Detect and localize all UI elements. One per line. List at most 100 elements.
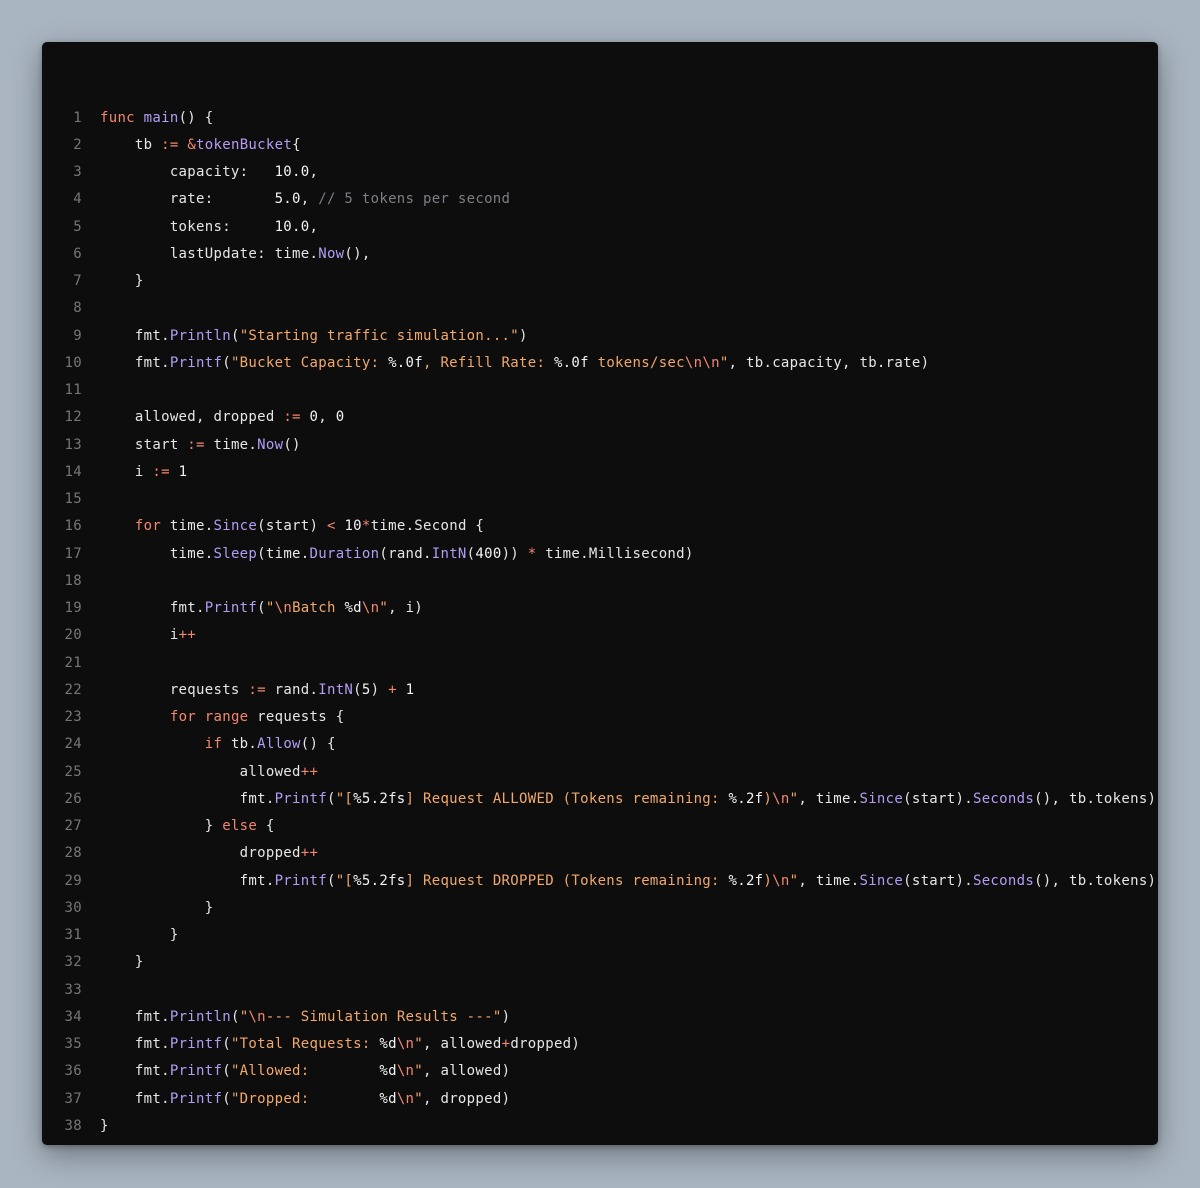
code-line[interactable]: 6 lastUpdate: time.Now(), [42, 240, 1156, 267]
code-text: , [309, 164, 319, 181]
code-line[interactable]: 23 for range requests { [42, 704, 1156, 731]
code-line[interactable]: 31 } [42, 922, 1156, 949]
function-token: Printf [169, 1090, 223, 1107]
code-text: allowed, dropped [100, 409, 284, 426]
code-text: ( [222, 1090, 231, 1107]
string-token: " [414, 1063, 424, 1080]
line-content: requests := rand.IntN(5) + 1 [82, 682, 414, 698]
operator-token: ++ [300, 763, 319, 780]
line-number: 36 [64, 1063, 82, 1080]
code-line[interactable]: 9 fmt.Println("Starting traffic simulati… [42, 322, 1156, 349]
code-line[interactable]: 7 } [42, 268, 1156, 295]
line-number: 25 [64, 763, 82, 780]
code-line[interactable]: 39 [42, 1140, 1156, 1146]
code-line[interactable]: 24 if tb.Allow() { [42, 731, 1156, 758]
line-number: 28 [64, 845, 82, 862]
string-token: "[ [335, 872, 354, 889]
function-token: Printf [274, 790, 327, 807]
line-content: rate: 5.0, // 5 tokens per second [82, 191, 510, 207]
code-line[interactable]: 27 } else { [42, 813, 1156, 840]
code-line[interactable]: 14 i := 1 [42, 458, 1156, 485]
code-line[interactable]: 28 dropped++ [42, 840, 1156, 867]
code-text: ) [519, 327, 528, 344]
code-line[interactable]: 1 func main() { [42, 104, 1156, 131]
escape-token: \n [396, 1063, 415, 1080]
number-token: %d [379, 1090, 397, 1107]
code-line[interactable]: 33 [42, 976, 1156, 1003]
line-content: capacity: 10.0, [82, 164, 318, 180]
code-text: } [100, 273, 144, 290]
code-line[interactable]: 30 } [42, 894, 1156, 921]
line-content: fmt.Printf("Allowed: %d\n", allowed) [82, 1063, 510, 1079]
code-text: } [100, 818, 223, 835]
code-area[interactable]: 1 func main() {2 tb := &tokenBucket{3 cap… [42, 104, 1156, 1145]
code-line[interactable]: 10 fmt.Printf("Bucket Capacity: %.0f, Re… [42, 349, 1156, 376]
line-number: 26 [64, 790, 82, 807]
code-text: fmt. [100, 1090, 170, 1107]
code-text: , dropped) [423, 1090, 511, 1107]
code-line[interactable]: 32 } [42, 949, 1156, 976]
code-text: (start) [257, 518, 327, 535]
code-text: () { [178, 109, 214, 126]
string-token: " [414, 1036, 424, 1053]
number-token: 1 [178, 463, 188, 480]
string-token: " [379, 600, 389, 617]
code-line[interactable]: 13 start := time.Now() [42, 431, 1156, 458]
code-line[interactable]: 20 i++ [42, 622, 1156, 649]
code-line[interactable]: 4 rate: 5.0, // 5 tokens per second [42, 186, 1156, 213]
code-text: ( [222, 1036, 231, 1053]
line-content: fmt.Printf("\nBatch %d\n", i) [82, 600, 423, 616]
code-line[interactable]: 34 fmt.Println("\n--- Simulation Results… [42, 1003, 1156, 1030]
code-line[interactable]: 21 [42, 649, 1156, 676]
line-number: 38 [64, 1117, 82, 1134]
code-line[interactable]: 5 tokens: 10.0, [42, 213, 1156, 240]
code-text: ( [222, 354, 231, 371]
line-number: 35 [64, 1036, 82, 1053]
number-token: %d [379, 1036, 397, 1053]
code-text: dropped) [510, 1036, 581, 1053]
code-line[interactable]: 19 fmt.Printf("\nBatch %d\n", i) [42, 595, 1156, 622]
code-line[interactable]: 8 [42, 295, 1156, 322]
escape-token: \n\n [684, 354, 720, 371]
operator-token: ++ [178, 627, 197, 644]
code-line[interactable]: 15 [42, 486, 1156, 513]
code-line[interactable]: 11 [42, 377, 1156, 404]
code-line[interactable]: 18 [42, 567, 1156, 594]
line-number: 31 [64, 927, 82, 944]
function-token: Allow [257, 736, 301, 753]
code-text: } [100, 1117, 109, 1134]
line-content: } [82, 1118, 109, 1134]
code-line[interactable]: 38} [42, 1112, 1156, 1139]
line-content: allowed++ [82, 764, 318, 780]
line-content: tokens: 10.0, [82, 219, 318, 235]
code-line[interactable]: 17 time.Sleep(time.Duration(rand.IntN(40… [42, 540, 1156, 567]
line-number: 7 [73, 273, 82, 290]
code-line[interactable]: 25 allowed++ [42, 758, 1156, 785]
code-text: , time. [798, 790, 860, 807]
line-number: 37 [64, 1090, 82, 1107]
string-token: tokens/sec [588, 354, 685, 371]
code-line[interactable]: 29 fmt.Printf("[%5.2fs] Request DROPPED … [42, 867, 1156, 894]
code-text: ) [501, 1008, 511, 1025]
code-line[interactable]: 35 fmt.Printf("Total Requests: %d\n", al… [42, 1031, 1156, 1058]
code-line[interactable]: 37 fmt.Printf("Dropped: %d\n", dropped) [42, 1085, 1156, 1112]
code-line[interactable]: 22 requests := rand.IntN(5) + 1 [42, 676, 1156, 703]
code-line[interactable]: 16 for time.Since(start) < 10*time.Secon… [42, 513, 1156, 540]
function-token: Now [318, 245, 345, 262]
string-token: "Bucket Capacity: [230, 354, 389, 371]
code-line[interactable]: 12 allowed, dropped := 0, 0 [42, 404, 1156, 431]
code-line[interactable]: 2 tb := &tokenBucket{ [42, 131, 1156, 158]
line-content: dropped++ [82, 845, 318, 861]
code-line[interactable]: 36 fmt.Printf("Allowed: %d\n", allowed) [42, 1058, 1156, 1085]
string-token: , Refill Rate: [423, 354, 554, 371]
operator-token: + [501, 1036, 511, 1053]
string-token: " [265, 600, 275, 617]
line-content: } [82, 273, 144, 289]
code-line[interactable]: 3 capacity: 10.0, [42, 159, 1156, 186]
line-number: 19 [64, 600, 82, 617]
code-text: , [300, 191, 319, 208]
code-text: rate: [100, 191, 275, 208]
line-content: i := 1 [82, 464, 187, 480]
code-line[interactable]: 26 fmt.Printf("[%5.2fs] Request ALLOWED … [42, 785, 1156, 812]
